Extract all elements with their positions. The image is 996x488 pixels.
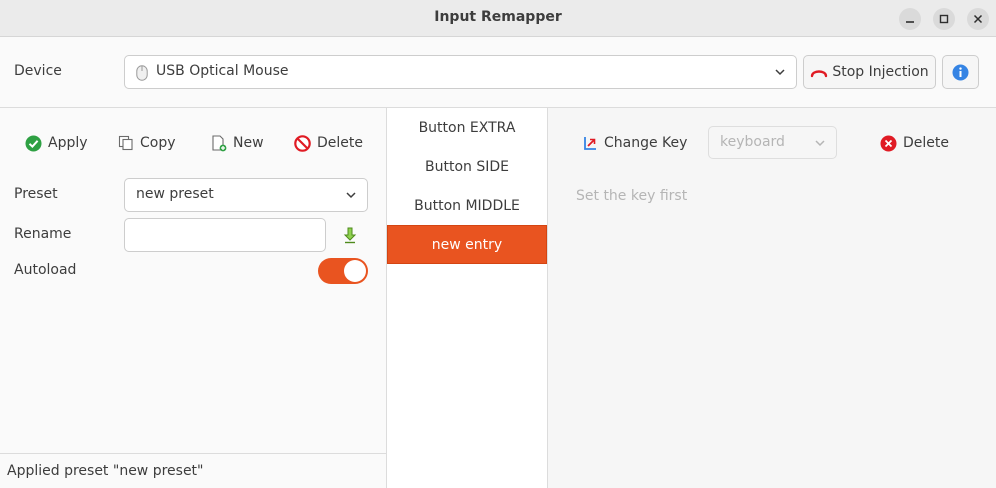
maximize-icon xyxy=(939,14,949,24)
preset-select-value: new preset xyxy=(136,186,214,202)
apply-label: Apply xyxy=(48,135,88,151)
title-bar: Input Remapper xyxy=(0,0,996,37)
delete-preset-button[interactable]: Delete xyxy=(294,131,363,155)
mapping-list: Button EXTRA Button SIDE Button MIDDLE n… xyxy=(387,108,547,488)
prohibited-icon xyxy=(294,134,311,152)
delete-mapping-button[interactable]: Delete xyxy=(880,131,949,155)
copy-button[interactable]: Copy xyxy=(118,131,176,155)
mapping-item[interactable]: Button SIDE xyxy=(387,147,547,186)
download-arrow-icon xyxy=(343,227,357,244)
stop-injection-label: Stop Injection xyxy=(832,64,929,80)
stop-injection-button[interactable]: Stop Injection xyxy=(803,55,936,89)
rename-label: Rename xyxy=(14,226,72,242)
delete-preset-label: Delete xyxy=(317,135,363,151)
chevron-down-icon xyxy=(815,140,825,147)
window-title: Input Remapper xyxy=(434,9,562,25)
mapping-item-selected[interactable]: new entry xyxy=(387,225,547,264)
close-button[interactable] xyxy=(967,8,989,30)
new-label: New xyxy=(233,135,264,151)
mouse-icon xyxy=(136,65,148,81)
minimize-icon xyxy=(906,21,914,23)
mapping-item[interactable]: Button EXTRA xyxy=(387,108,547,147)
info-icon xyxy=(952,64,969,80)
device-select[interactable]: USB Optical Mouse xyxy=(124,55,797,89)
target-select-placeholder: keyboard xyxy=(720,134,785,150)
delete-x-icon xyxy=(880,135,897,151)
change-key-label: Change Key xyxy=(604,135,688,151)
device-select-value: USB Optical Mouse xyxy=(156,63,289,79)
new-button[interactable]: New xyxy=(211,131,264,155)
mapping-editor xyxy=(548,108,996,488)
status-text: Applied preset "new preset" xyxy=(7,463,204,479)
maximize-button[interactable] xyxy=(933,8,955,30)
copy-label: Copy xyxy=(140,135,176,151)
autoload-switch[interactable] xyxy=(318,258,368,284)
delete-mapping-label: Delete xyxy=(903,135,949,151)
copy-icon xyxy=(118,135,133,151)
autoload-label: Autoload xyxy=(14,262,77,278)
preset-select[interactable]: new preset xyxy=(124,178,368,212)
mapping-item[interactable]: Button MIDDLE xyxy=(387,186,547,225)
minimize-button[interactable] xyxy=(899,8,921,30)
device-label: Device xyxy=(14,63,62,79)
stop-injection-icon xyxy=(811,70,828,78)
switch-knob xyxy=(344,260,366,282)
chevron-down-icon xyxy=(775,69,785,76)
close-icon xyxy=(973,14,983,24)
editor-hint: Set the key first xyxy=(576,188,688,204)
apply-button[interactable]: Apply xyxy=(25,131,88,155)
change-key-button[interactable]: Change Key xyxy=(582,131,687,155)
target-select[interactable]: keyboard xyxy=(708,126,837,159)
new-document-icon xyxy=(212,134,227,151)
save-rename-button[interactable] xyxy=(340,225,360,245)
change-key-icon xyxy=(584,136,596,150)
status-divider xyxy=(0,453,386,454)
info-button[interactable] xyxy=(942,55,979,89)
preset-label: Preset xyxy=(14,186,58,202)
rename-input[interactable] xyxy=(124,218,326,252)
checkmark-icon xyxy=(25,135,42,151)
chevron-down-icon xyxy=(346,192,356,199)
